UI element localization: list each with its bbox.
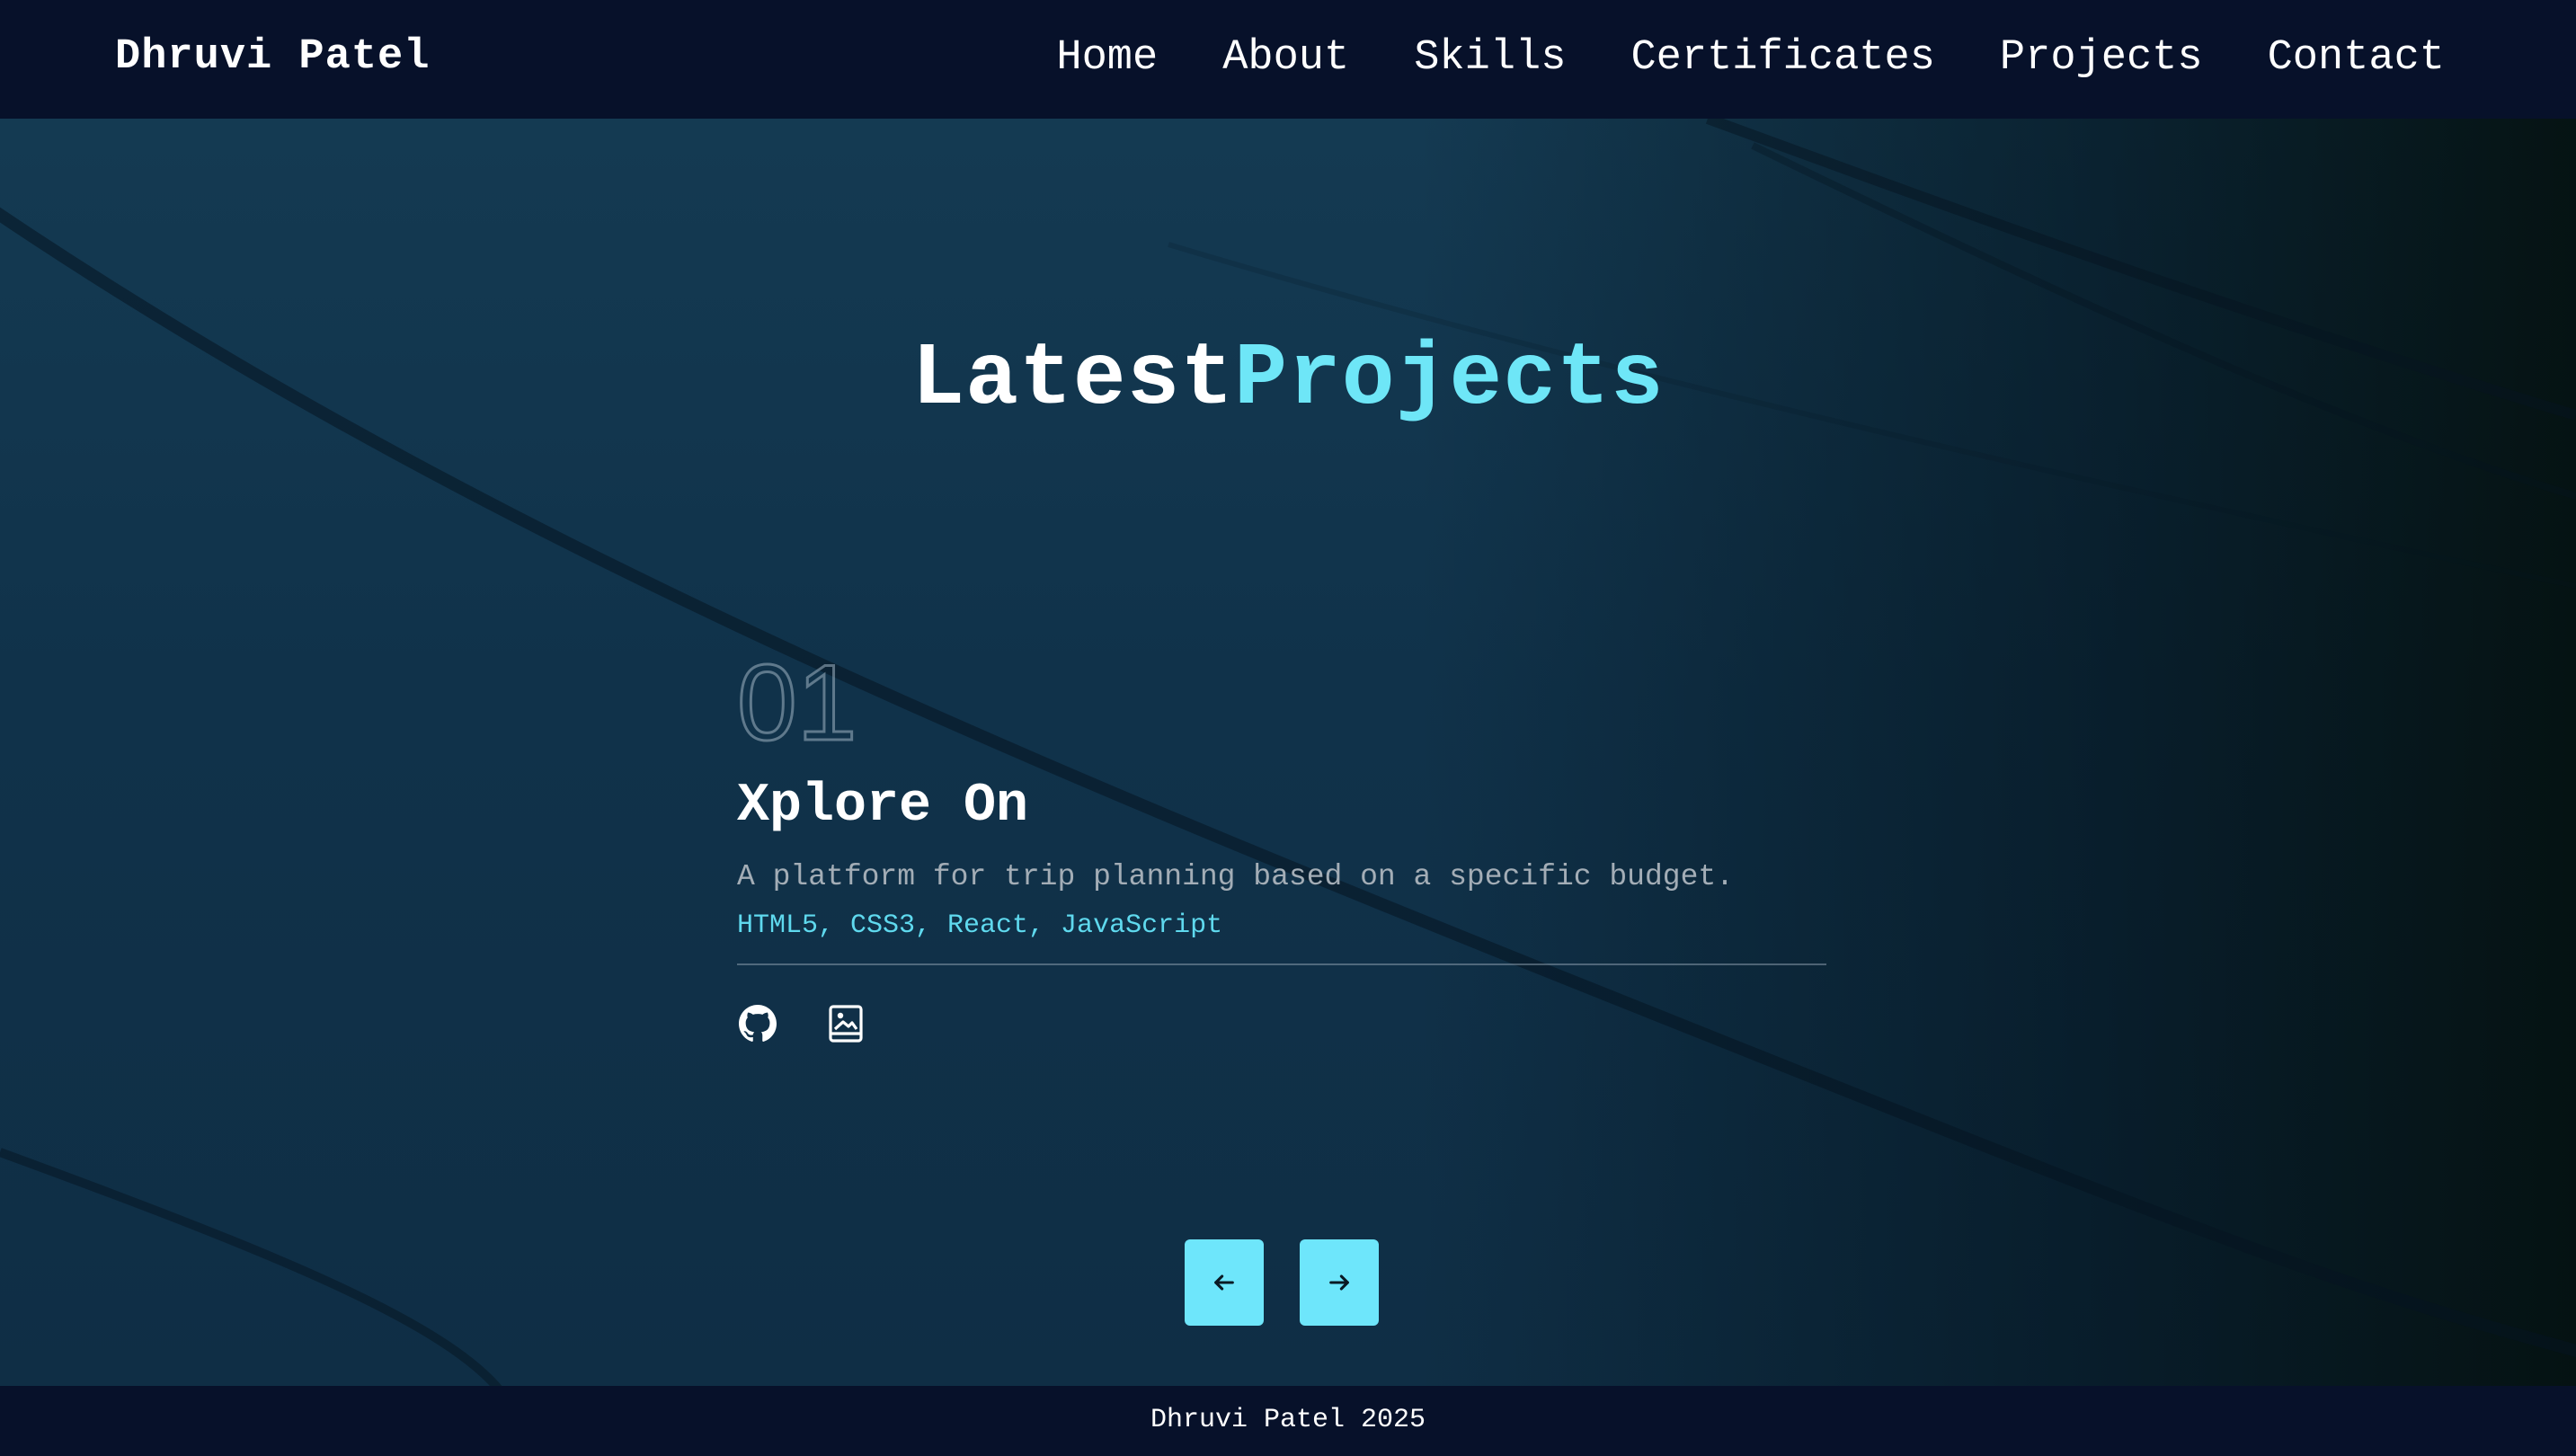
nav-link-home[interactable]: Home: [1056, 34, 1158, 82]
projects-section: LatestProjects 01 Xplore On A platform f…: [0, 119, 2576, 1386]
section-title: LatestProjects: [0, 330, 2576, 430]
arrow-right-icon: [1329, 1274, 1349, 1291]
previous-project-button[interactable]: [1185, 1239, 1264, 1326]
section-title-part2: Projects: [1234, 330, 1665, 430]
brand-logo-text[interactable]: Dhruvi Patel: [115, 0, 430, 115]
nav-link-projects[interactable]: Projects: [2000, 34, 2203, 82]
next-project-button[interactable]: [1300, 1239, 1379, 1326]
project-links: [737, 1003, 1826, 1044]
project-tech-stack: HTML5, CSS3, React, JavaScript: [737, 910, 1223, 941]
project-card: 01 Xplore On A platform for trip plannin…: [736, 643, 1826, 1044]
project-number: 01: [736, 643, 858, 763]
nav-link-certificates[interactable]: Certificates: [1630, 34, 1934, 82]
nav-link-skills[interactable]: Skills: [1414, 34, 1566, 82]
project-divider: [737, 963, 1826, 965]
slider-controls: [1185, 1239, 1379, 1326]
top-navbar: Dhruvi Patel Home About Skills Certifica…: [0, 0, 2576, 119]
gallery-icon[interactable]: [825, 1003, 866, 1044]
footer-text: Dhruvi Patel 2025: [1150, 1405, 1426, 1435]
project-description: A platform for trip planning based on a …: [737, 860, 1734, 893]
footer: Dhruvi Patel 2025: [0, 1386, 2576, 1456]
nav-links: Home About Skills Certificates Projects …: [1056, 0, 2445, 115]
nav-link-about[interactable]: About: [1222, 34, 1349, 82]
github-icon[interactable]: [737, 1003, 778, 1044]
section-title-part1: Latest: [911, 330, 1235, 430]
arrow-left-icon: [1214, 1274, 1234, 1291]
project-title: Xplore On: [737, 776, 1029, 837]
nav-link-contact[interactable]: Contact: [2268, 34, 2445, 82]
